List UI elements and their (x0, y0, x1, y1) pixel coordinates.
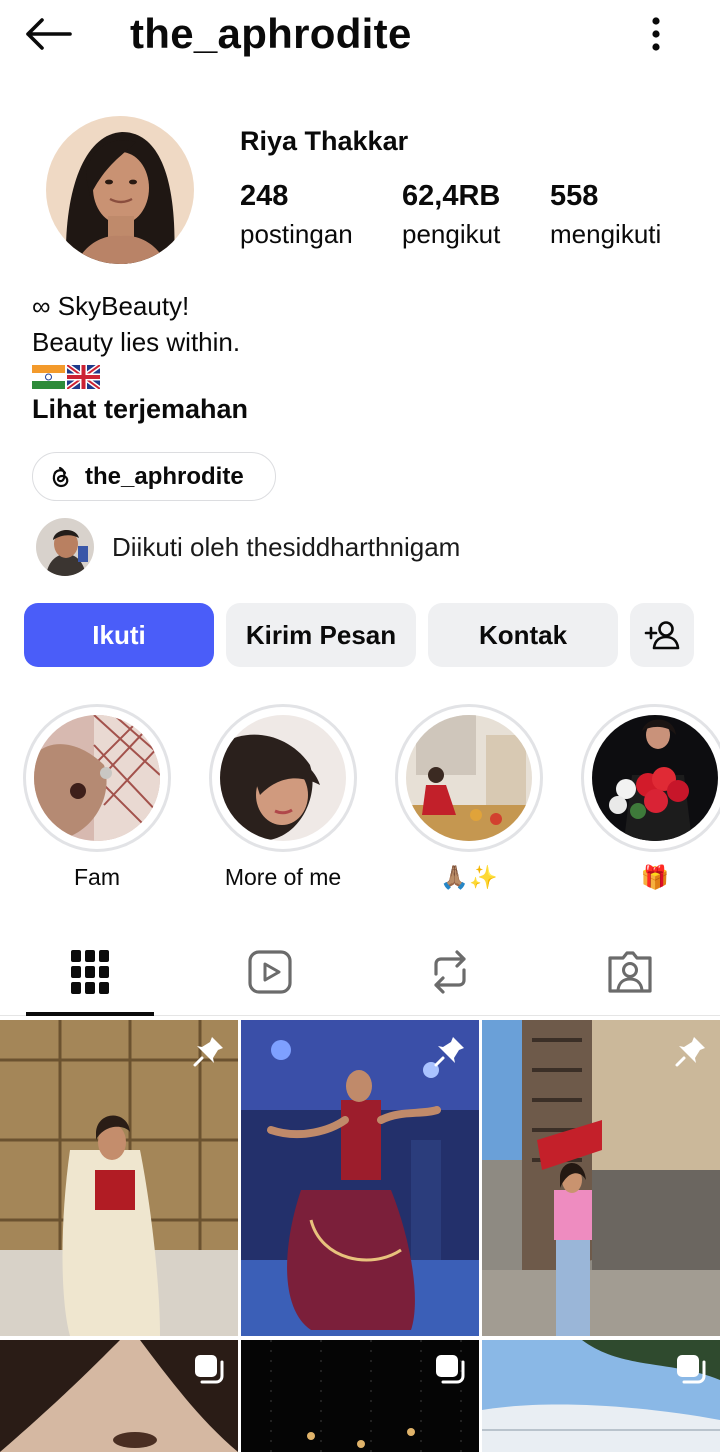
threads-profile-link[interactable]: the_aphrodite (32, 452, 276, 501)
grid-icon (71, 950, 109, 994)
bio-line: Beauty lies within. (32, 327, 241, 357)
highlight-fam[interactable]: Fam (23, 704, 171, 892)
back-button[interactable] (22, 14, 74, 54)
pinned-icon (434, 1037, 464, 1067)
stat-following[interactable]: 558 mengikuti (550, 178, 661, 254)
tab-tagged[interactable] (566, 930, 694, 1014)
stat-following-label: mengikuti (550, 219, 662, 249)
highlight-label: 🙏🏽✨ (440, 864, 498, 890)
highlight-label: More of me (224, 864, 342, 890)
stat-following-count: 558 (550, 180, 599, 212)
highlight-more-of-me[interactable]: More of me (209, 704, 357, 892)
tagged-icon (608, 951, 652, 993)
highlight-cover (395, 704, 543, 852)
tab-reposts[interactable] (386, 930, 514, 1014)
arrow-left-icon (26, 18, 72, 50)
carousel-icon (677, 1355, 706, 1384)
highlight-cover (581, 704, 720, 852)
contact-button[interactable]: Kontak (428, 603, 618, 667)
tab-reels[interactable] (206, 930, 334, 1014)
profile-bio: ∞ SkyBeauty! Beauty lies within. (32, 288, 240, 392)
stat-followers-count: 62,4RB (402, 180, 501, 212)
repost-icon (434, 950, 466, 994)
see-translation-link[interactable]: Lihat terjemahan (32, 394, 248, 425)
stat-posts[interactable]: 248 postingan (240, 178, 353, 254)
stat-posts-count: 248 (240, 180, 289, 212)
followed-by-text: Diikuti oleh thesiddharthnigam (112, 531, 461, 562)
stat-followers-label: pengikut (402, 219, 501, 249)
reels-icon (248, 950, 292, 994)
threads-handle: the_aphrodite (85, 462, 244, 490)
mutual-follower-avatar (36, 518, 94, 576)
suggested-accounts-button[interactable] (630, 603, 694, 667)
profile-avatar[interactable] (46, 116, 194, 264)
pinned-icon (193, 1037, 223, 1067)
carousel-icon (195, 1355, 224, 1384)
highlight-cover (23, 704, 171, 852)
post-thumbnail[interactable] (0, 1020, 238, 1336)
active-tab-indicator (26, 1012, 154, 1016)
bio-line: ∞ SkyBeauty! (32, 291, 190, 321)
add-person-icon (644, 621, 680, 650)
pinned-icon (675, 1037, 705, 1067)
carousel-icon (436, 1355, 465, 1384)
highlight-cover (209, 704, 357, 852)
stat-followers[interactable]: 62,4RB pengikut (402, 178, 500, 254)
tab-posts-grid[interactable] (26, 930, 154, 1014)
post-thumbnail[interactable] (241, 1340, 479, 1452)
top-bar: the_aphrodite (0, 0, 720, 72)
post-thumbnail[interactable] (0, 1340, 238, 1452)
profile-tabs (0, 930, 720, 1016)
followed-by-row[interactable]: Diikuti oleh thesiddharthnigam (36, 518, 460, 576)
bio-flags (32, 362, 240, 392)
stat-posts-label: postingan (240, 219, 353, 249)
profile-username: the_aphrodite (130, 10, 412, 57)
post-thumbnail[interactable] (241, 1020, 479, 1336)
highlight-gift[interactable]: 🎁 (581, 704, 720, 892)
highlight-label: 🎁 (640, 864, 670, 890)
india-flag-icon (32, 365, 65, 389)
highlight-label: Fam (74, 864, 120, 890)
more-vertical-icon (652, 17, 660, 51)
threads-icon (52, 466, 69, 487)
follow-button[interactable]: Ikuti (24, 603, 214, 667)
post-thumbnail[interactable] (482, 1340, 720, 1452)
highlight-prayer[interactable]: 🙏🏽✨ (395, 704, 543, 892)
message-button[interactable]: Kirim Pesan (226, 603, 416, 667)
more-options-button[interactable] (636, 14, 676, 54)
post-thumbnail[interactable] (482, 1020, 720, 1336)
profile-full-name: Riya Thakkar (240, 126, 409, 156)
uk-flag-icon (67, 365, 100, 389)
